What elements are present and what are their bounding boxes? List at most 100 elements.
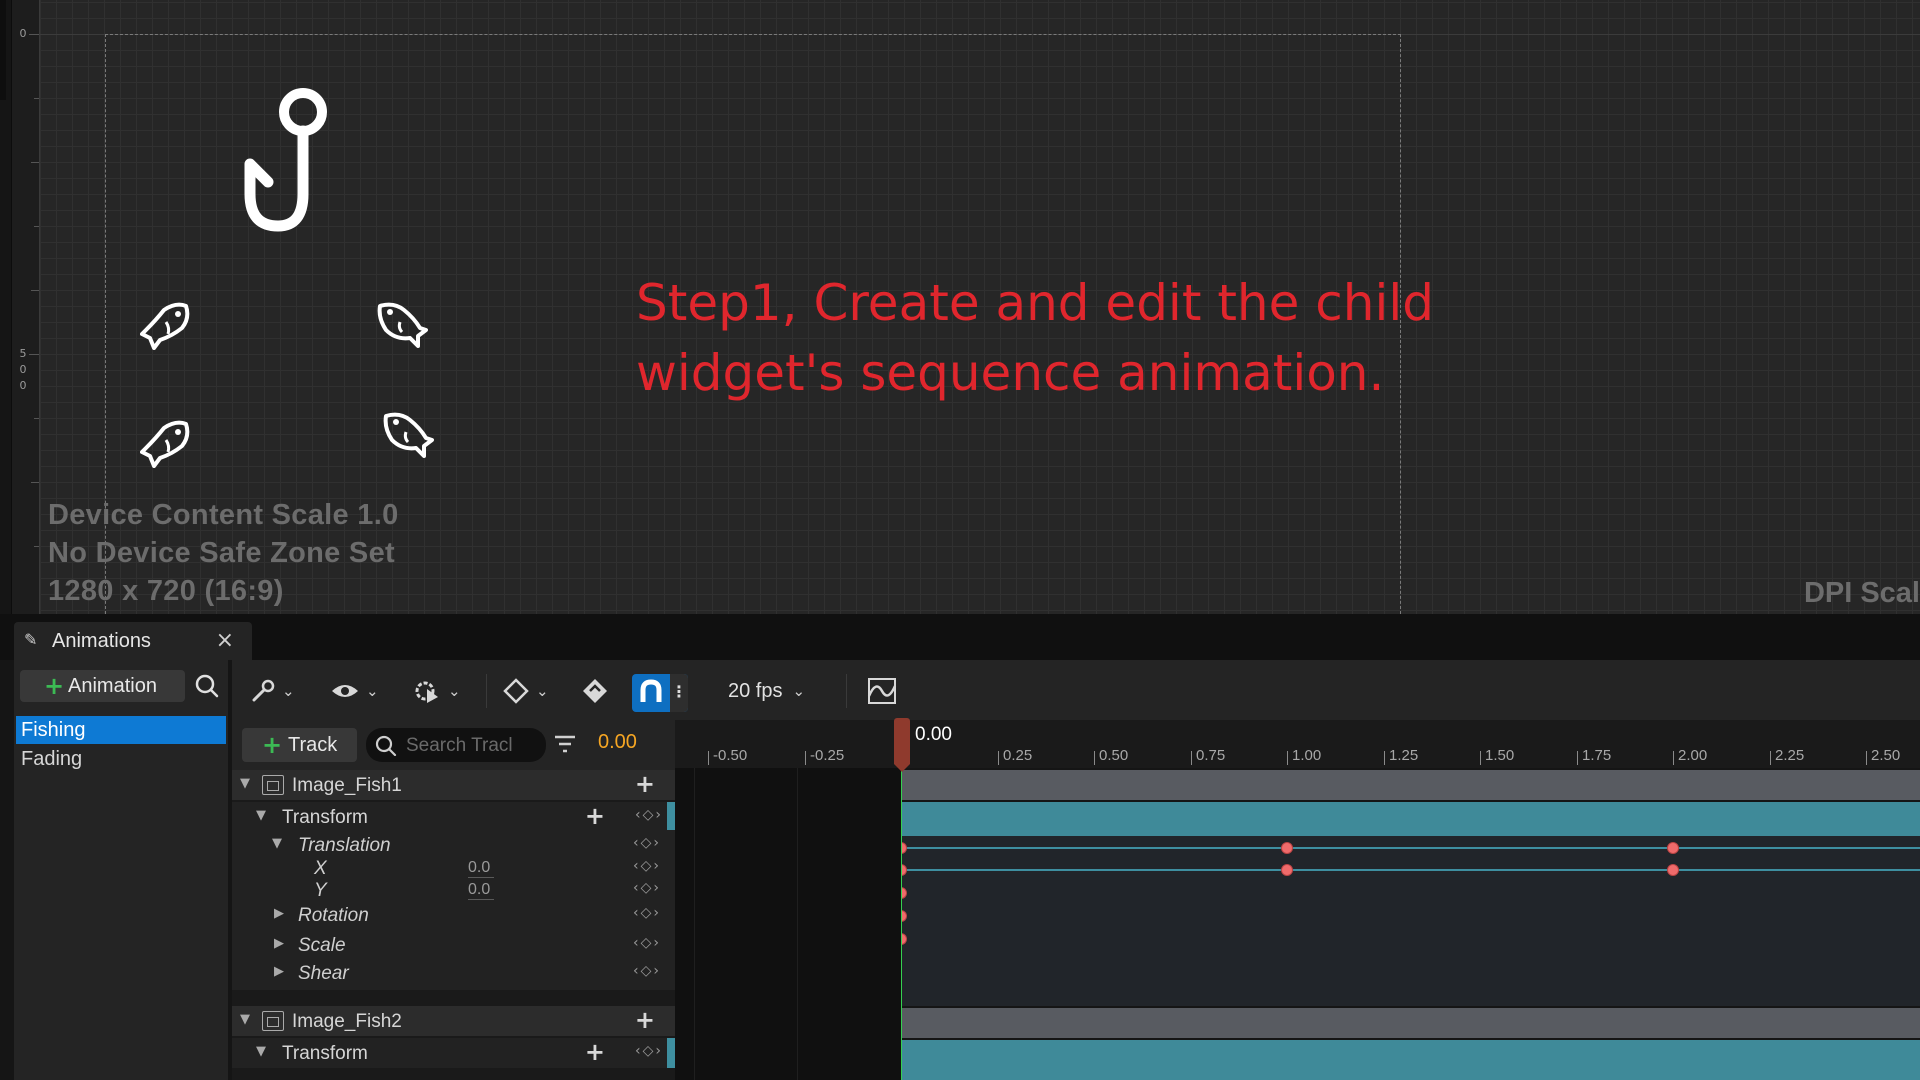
track-label: Shear — [298, 963, 349, 984]
track-row-group[interactable]: ▶ Shear ‹◇› — [232, 958, 675, 990]
time-tick-label: -0.50 — [713, 747, 748, 764]
keyframe-y[interactable] — [1281, 864, 1293, 876]
fish-icon[interactable] — [140, 300, 192, 350]
more-icon[interactable]: ⋮ — [670, 674, 688, 712]
key-navigation-icon[interactable]: ‹◇› — [633, 858, 661, 874]
tab-animations[interactable]: ✎ Animations × — [14, 622, 252, 660]
track-row-group[interactable]: ▶ Rotation ‹◇› — [232, 900, 675, 930]
settings-dropdown[interactable]: ⌄ — [250, 672, 295, 710]
track-row-group[interactable]: ▶ Scale ‹◇› — [232, 930, 675, 958]
designer-viewport[interactable]: 0 5 0 0 Step1, Create and edit the child… — [0, 0, 1920, 614]
key-navigation-icon[interactable]: ‹◇› — [633, 880, 661, 896]
expand-arrow-icon[interactable]: ▶ — [274, 906, 284, 921]
lane-transform-section[interactable] — [901, 1040, 1920, 1080]
collapse-arrow-icon[interactable]: ▼ — [240, 776, 250, 791]
timeline-area[interactable]: -0.50 -0.25 0.25 0.50 0.75 1.00 1.25 1.50 1.75 2.… — [675, 718, 1920, 1080]
key-navigation-icon[interactable]: ‹◇› — [635, 1043, 663, 1059]
eye-icon — [332, 685, 358, 697]
key-navigation-icon[interactable]: ‹◇› — [633, 835, 661, 851]
filter-button[interactable] — [552, 732, 578, 756]
channel-value-field[interactable]: 0.0 — [468, 881, 494, 900]
animation-item-fading[interactable]: Fading — [16, 745, 226, 773]
time-tick — [1094, 751, 1095, 765]
time-ruler[interactable]: -0.50 -0.25 0.25 0.50 0.75 1.00 1.25 1.50 1.75 2.… — [675, 720, 1920, 768]
fish-icon[interactable] — [382, 410, 434, 460]
snap-toggle-button[interactable]: ⋮ — [632, 674, 688, 712]
fish-icon[interactable] — [376, 300, 428, 350]
step-instruction-text: Step1, Create and edit the child widget'… — [636, 274, 1434, 402]
animation-item-fishing[interactable]: Fishing — [16, 716, 226, 744]
add-animation-button[interactable]: + Animation — [20, 670, 185, 702]
lane-object-fish1[interactable] — [901, 770, 1920, 800]
track-row-channel[interactable]: X 0.0 ‹◇› — [232, 856, 675, 879]
device-content-scale: Device Content Scale 1.0 — [48, 499, 399, 531]
track-row-channel[interactable]: Y 0.0 ‹◇› — [232, 878, 675, 901]
time-tick — [1191, 751, 1192, 765]
device-info-overlay: Device Content Scale 1.0 No Device Safe … — [48, 496, 399, 610]
grid-line — [797, 768, 798, 1080]
track-label: Transform — [282, 1043, 368, 1064]
time-tick — [1384, 751, 1385, 765]
add-track-icon[interactable]: + — [635, 770, 655, 798]
search-animation-button[interactable] — [190, 670, 224, 702]
lane-object-fish2[interactable] — [901, 1008, 1920, 1038]
auto-key-button[interactable] — [580, 672, 610, 710]
add-key-icon[interactable]: + — [585, 1038, 605, 1066]
track-row-section[interactable]: ▼ Transform + ‹◇› — [232, 1038, 675, 1068]
curve-editor-button[interactable] — [866, 672, 898, 710]
key-navigation-icon[interactable]: ‹◇› — [635, 807, 663, 823]
time-tick — [998, 751, 999, 765]
close-icon[interactable]: × — [216, 628, 234, 653]
hook-icon[interactable] — [240, 82, 340, 238]
track-row-section[interactable]: ▼ Transform + ‹◇› — [232, 802, 675, 832]
channel-value-field[interactable]: 0.0 — [468, 859, 494, 878]
animation-list: + Animation Fishing Fading — [14, 660, 228, 1080]
gear-play-icon — [415, 681, 438, 703]
pre-range-area — [675, 768, 901, 1080]
expand-arrow-icon[interactable]: ▶ — [274, 964, 284, 979]
track-row-object[interactable]: ▼ Image_Fish1 + — [232, 770, 675, 800]
ruler-label-500: 5 0 0 — [19, 347, 27, 392]
time-tick — [1770, 751, 1771, 765]
sequencer-toolbar: ⌄ ⌄ ⌄ ⌄ ⋮ 20 fps ⌄ — [232, 660, 1920, 720]
current-time-field[interactable]: 0.00 — [598, 731, 637, 754]
add-track-button[interactable]: + Track — [242, 728, 357, 762]
time-tick-label: 1.25 — [1389, 747, 1419, 764]
view-options-dropdown[interactable]: ⌄ — [330, 672, 379, 710]
playhead-handle[interactable] — [894, 718, 910, 772]
key-options-dropdown[interactable]: ⌄ — [502, 672, 549, 710]
fish-icon[interactable] — [140, 418, 192, 468]
key-navigation-icon[interactable]: ‹◇› — [633, 905, 661, 921]
playback-options-dropdown[interactable]: ⌄ — [412, 672, 461, 710]
collapse-arrow-icon[interactable]: ▼ — [256, 1044, 266, 1059]
time-tick-label: 0.25 — [1003, 747, 1033, 764]
time-tick — [708, 751, 709, 765]
keyframe-x[interactable] — [1281, 842, 1293, 854]
keyframe-x[interactable] — [1667, 842, 1679, 854]
key-navigation-icon[interactable]: ‹◇› — [633, 963, 661, 979]
lane-channel-area[interactable] — [901, 836, 1920, 1006]
collapse-arrow-icon[interactable]: ▼ — [256, 808, 266, 823]
expand-arrow-icon[interactable]: ▶ — [274, 936, 284, 951]
magnet-icon — [640, 679, 662, 702]
search-icon — [195, 674, 219, 698]
curve-editor-icon — [867, 678, 897, 704]
collapse-arrow-icon[interactable]: ▼ — [240, 1012, 250, 1027]
key-navigation-icon[interactable]: ‹◇› — [633, 935, 661, 951]
image-widget-icon — [262, 1011, 284, 1031]
collapse-arrow-icon[interactable]: ▼ — [272, 836, 282, 851]
translation-x-curve — [903, 847, 1920, 849]
add-track-icon[interactable]: + — [635, 1006, 655, 1034]
time-tick — [1673, 751, 1674, 765]
time-tick-label: 1.75 — [1582, 747, 1612, 764]
add-key-icon[interactable]: + — [585, 802, 605, 830]
pencil-icon: ✎ — [24, 632, 38, 649]
lane-transform-section[interactable] — [901, 802, 1920, 836]
keyframe-y[interactable] — [1667, 864, 1679, 876]
chevron-down-icon: ⌄ — [366, 682, 379, 700]
track-label: Y — [314, 880, 327, 901]
framerate-dropdown[interactable]: 20 fps ⌄ — [728, 672, 805, 710]
panel-tab-bar: ✎ Animations × — [0, 614, 1920, 660]
search-tracks-input[interactable]: Search Tracl — [366, 728, 546, 762]
track-row-object[interactable]: ▼ Image_Fish2 + — [232, 1006, 675, 1036]
